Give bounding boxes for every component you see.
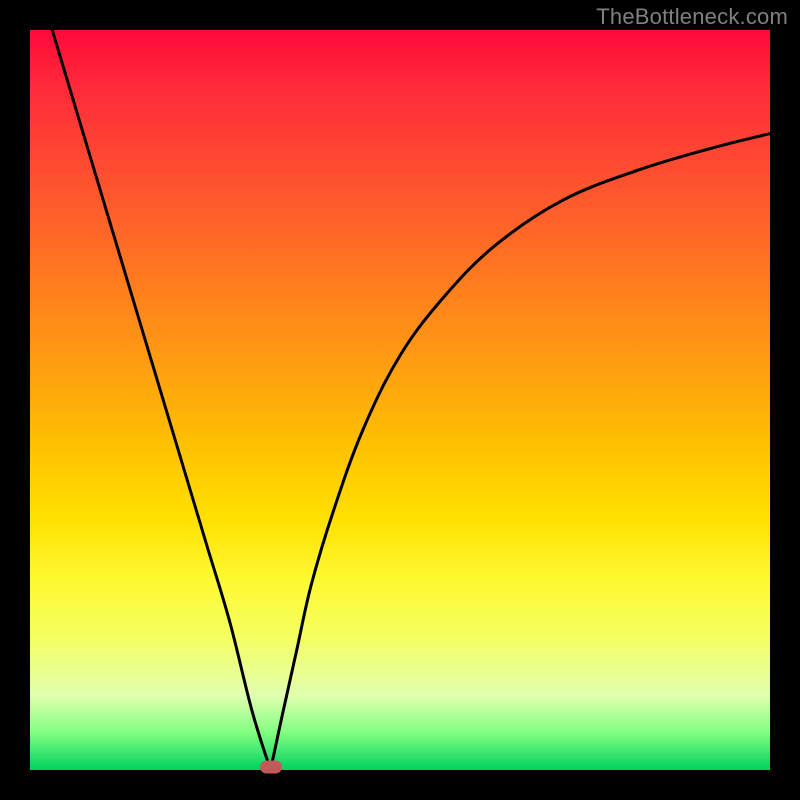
plot-area: [30, 30, 770, 770]
outer-frame: TheBottleneck.com: [0, 0, 800, 800]
min-point-marker: [260, 761, 282, 774]
watermark-text: TheBottleneck.com: [596, 4, 788, 30]
curve-left-branch: [52, 30, 270, 770]
curve-right-branch: [271, 134, 771, 770]
bottleneck-curve: [30, 30, 770, 770]
